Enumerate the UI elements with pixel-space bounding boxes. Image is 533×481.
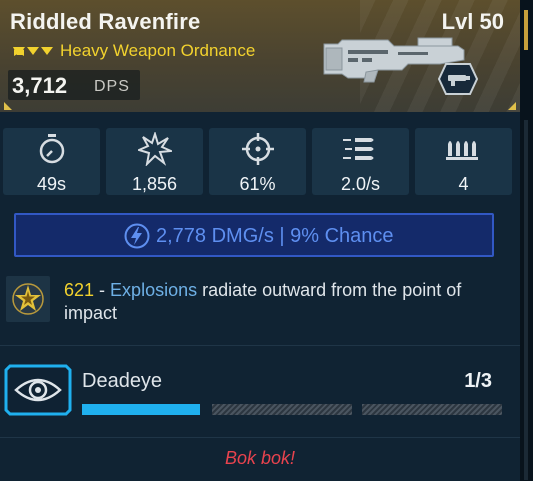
- perk-separator: -: [94, 280, 111, 300]
- stat-value: 49s: [36, 174, 67, 194]
- flavor-text: Bok bok!: [224, 448, 296, 468]
- mod-name: Deadeye: [82, 370, 163, 392]
- section-divider: [0, 345, 520, 346]
- stat-value: 2.0/s: [340, 174, 381, 194]
- stat-value: 1,856: [131, 174, 178, 194]
- fire-rate-icon: [342, 138, 373, 160]
- magazine-icon: [445, 141, 478, 160]
- mod-count: 1/3: [464, 370, 492, 392]
- weapon-card: Riddled Ravenfire Lvl 50 Heavy Weapon Or…: [0, 0, 520, 481]
- dps-value: 3,712: [12, 73, 68, 98]
- heavy-ammo-icon: [438, 63, 478, 95]
- scroll-track: [524, 120, 528, 480]
- perk-description: 621 - Explosions radiate outward from th…: [64, 279, 504, 325]
- eye-target-icon: [4, 364, 72, 416]
- lightning-bolt-icon: [124, 223, 150, 249]
- stat-reload-time: 49s: [3, 128, 100, 195]
- stat-magazine: 4: [415, 128, 512, 195]
- weapon-type: Heavy Weapon Ordnance: [60, 41, 256, 60]
- stat-accuracy: 61%: [209, 128, 306, 195]
- weapon-name: Riddled Ravenfire: [10, 9, 201, 34]
- corner-marker: [4, 102, 12, 110]
- mod-progress-segment-empty: [362, 404, 502, 415]
- triple-chevron-icon: [13, 47, 53, 56]
- explosion-star-icon: [12, 283, 44, 315]
- scroll-thumb[interactable]: [524, 10, 528, 50]
- mod-progress-segment-filled: [82, 404, 200, 415]
- stat-value: 4: [458, 174, 469, 194]
- stat-fire-rate: 2.0/s: [312, 128, 409, 195]
- elemental-damage-text: 2,778 DMG/s | 9% Chance: [156, 225, 394, 247]
- weapon-header: Riddled Ravenfire Lvl 50 Heavy Weapon Or…: [0, 0, 520, 112]
- perk-number: 621: [64, 280, 95, 300]
- accuracy-crosshair-icon: [241, 133, 274, 165]
- dps-label: DPS: [94, 78, 130, 95]
- dps-readout: 3,712 DPS: [8, 70, 140, 100]
- reload-timer-icon: [39, 134, 64, 164]
- elemental-damage-banner: 2,778 DMG/s | 9% Chance: [14, 213, 494, 257]
- perk-keyword: Explosions: [110, 280, 198, 300]
- weapon-level: Lvl 50: [441, 9, 504, 34]
- stat-damage: 1,856: [106, 128, 203, 195]
- corner-marker: [508, 102, 516, 110]
- mod-progress-segment-empty: [212, 404, 352, 415]
- scroll-strip[interactable]: [520, 0, 533, 481]
- damage-burst-icon: [137, 132, 172, 166]
- perk-icon-box: [6, 276, 50, 322]
- stat-value: 61%: [239, 174, 276, 194]
- section-divider: [0, 437, 520, 438]
